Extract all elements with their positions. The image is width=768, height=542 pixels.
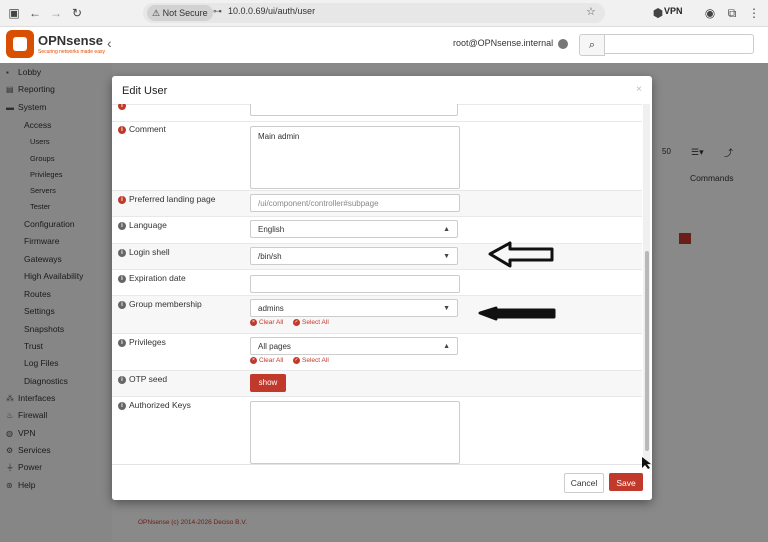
clear-all-groups-link[interactable]: × Clear All <box>250 319 283 326</box>
url-text: 10.0.0.69/ui/auth/user <box>228 6 316 16</box>
dialog-footer: Cancel Save <box>112 464 652 500</box>
form-row-authorized-keys: i Authorized Keys <box>112 396 642 464</box>
comment-label: Comment <box>129 124 166 134</box>
select-all-privileges-link[interactable]: ✓ Select All <box>293 357 329 364</box>
expiration-date-input[interactable] <box>250 275 460 293</box>
group-membership-select[interactable]: admins ▼ <box>250 299 458 317</box>
select-all-groups-link[interactable]: ✓ Select All <box>293 319 329 326</box>
logged-in-user: root@OPNsense.internal <box>453 38 554 48</box>
dialog-title: Edit User <box>122 85 168 97</box>
profile-icon[interactable]: ◉ <box>702 5 718 21</box>
privileges-select[interactable]: All pages ▲ <box>250 337 458 355</box>
authorized-keys-label: Authorized Keys <box>129 400 191 410</box>
login-shell-label: Login shell <box>129 247 170 257</box>
authorized-keys-textarea[interactable] <box>250 401 460 464</box>
save-button[interactable]: Save <box>609 473 643 491</box>
login-shell-value: /bin/sh <box>258 252 282 261</box>
edit-user-dialog: Edit User × i i Comment Main admin i Pre… <box>112 76 652 500</box>
not-secure-label: Not Secure <box>162 8 208 18</box>
language-label: Language <box>129 220 167 230</box>
landing-page-label: Preferred landing page <box>129 194 216 204</box>
email-field[interactable] <box>250 104 458 116</box>
info-icon[interactable]: i <box>118 402 126 410</box>
info-icon[interactable]: i <box>118 126 126 134</box>
extensions-icon[interactable]: ⧉ <box>724 5 740 21</box>
info-icon[interactable]: i <box>118 222 126 230</box>
info-icon[interactable]: i <box>118 196 126 204</box>
clear-all-privileges-link[interactable]: × Clear All <box>250 357 283 364</box>
form-row-login-shell: i Login shell /bin/sh ▼ <box>112 243 642 269</box>
search-icon[interactable]: ⌕ <box>579 34 605 56</box>
language-select[interactable]: English ▲ <box>250 220 458 238</box>
privileges-value: All pages <box>258 342 291 351</box>
info-icon[interactable]: i <box>118 339 126 347</box>
info-icon[interactable]: i <box>118 275 126 283</box>
back-arrow-icon[interactable]: ← <box>27 5 43 21</box>
form-row-expiration-date: i Expiration date <box>112 269 642 295</box>
info-icon[interactable]: i <box>118 249 126 257</box>
clear-all-label: Clear All <box>259 357 284 365</box>
form-row-group-membership: i Group membership admins ▼ × Clear All ✓ S… <box>112 295 642 333</box>
search-input[interactable] <box>604 34 754 54</box>
landing-page-input[interactable]: /ui/component/controller#subpage <box>250 194 460 212</box>
caret-up-icon: ▲ <box>443 343 450 350</box>
browser-toolbar: ▣ ← → ↻ ⚠ Not Secure ⊶ 10.0.0.69/ui/auth… <box>0 0 768 27</box>
menu-icon[interactable]: ⋮ <box>746 5 762 21</box>
form-row-comment: i Comment Main admin <box>112 121 642 190</box>
expiration-date-label: Expiration date <box>129 273 186 283</box>
caret-down-icon: ▼ <box>443 253 450 260</box>
group-membership-label: Group membership <box>129 299 202 309</box>
group-membership-value: admins <box>258 304 284 313</box>
check-icon: ✓ <box>293 357 301 364</box>
info-icon[interactable]: i <box>118 376 126 384</box>
show-otp-button[interactable]: show <box>250 374 286 392</box>
annotation-arrow-group-membership <box>478 306 556 321</box>
caret-down-icon: ▼ <box>443 305 450 312</box>
opnsense-logo-icon[interactable] <box>6 30 34 58</box>
forward-arrow-icon[interactable]: → <box>48 5 64 21</box>
reload-icon[interactable]: ↻ <box>69 5 85 21</box>
comment-textarea[interactable]: Main admin <box>250 126 460 189</box>
otp-seed-label: OTP seed <box>129 374 168 384</box>
annotation-arrow-login-shell <box>488 241 554 268</box>
address-bar[interactable]: ⚠ Not Secure ⊶ 10.0.0.69/ui/auth/user ☆ <box>143 3 605 23</box>
check-icon: ✓ <box>293 319 301 326</box>
form-row-language: i Language English ▲ <box>112 216 642 243</box>
form-row-hidden: i <box>112 104 642 121</box>
select-all-label: Select All <box>302 357 329 365</box>
logo-text: OPNsense <box>38 33 104 48</box>
clear-icon: × <box>250 357 257 364</box>
caret-up-icon: ▲ <box>443 226 450 233</box>
site-info-icon[interactable]: ⊶ <box>213 6 222 17</box>
not-secure-badge[interactable]: ⚠ Not Secure <box>147 5 213 21</box>
app-header: OPNsense Securing networks made easy ‹ r… <box>0 27 768 64</box>
tab-overview-icon[interactable]: ▣ <box>6 5 22 21</box>
cancel-button[interactable]: Cancel <box>564 473 604 493</box>
vpn-label[interactable]: VPN <box>664 6 683 16</box>
mouse-cursor-icon <box>642 457 651 469</box>
dialog-body: i i Comment Main admin i Preferred landi… <box>112 104 642 464</box>
form-row-privileges: i Privileges All pages ▲ × Clear All ✓ Sele… <box>112 333 642 370</box>
privileges-label: Privileges <box>129 337 166 347</box>
collapse-sidebar-icon[interactable]: ‹ <box>107 35 112 51</box>
login-shell-select[interactable]: /bin/sh ▼ <box>250 247 458 265</box>
bookmark-star-icon[interactable]: ☆ <box>586 5 596 18</box>
select-all-label: Select All <box>302 319 329 327</box>
close-icon[interactable]: × <box>636 84 642 95</box>
clear-icon: × <box>250 319 257 326</box>
dialog-scrollbar-thumb[interactable] <box>645 251 649 451</box>
info-icon[interactable]: i <box>118 301 126 309</box>
language-value: English <box>258 225 285 234</box>
logo-tagline: Securing networks made easy <box>38 49 105 55</box>
form-row-landing-page: i Preferred landing page /ui/component/c… <box>112 190 642 216</box>
status-indicator[interactable] <box>558 39 568 49</box>
info-icon[interactable]: i <box>118 104 126 110</box>
form-row-otp-seed: i OTP seed show <box>112 370 642 396</box>
clear-all-label: Clear All <box>259 319 284 327</box>
